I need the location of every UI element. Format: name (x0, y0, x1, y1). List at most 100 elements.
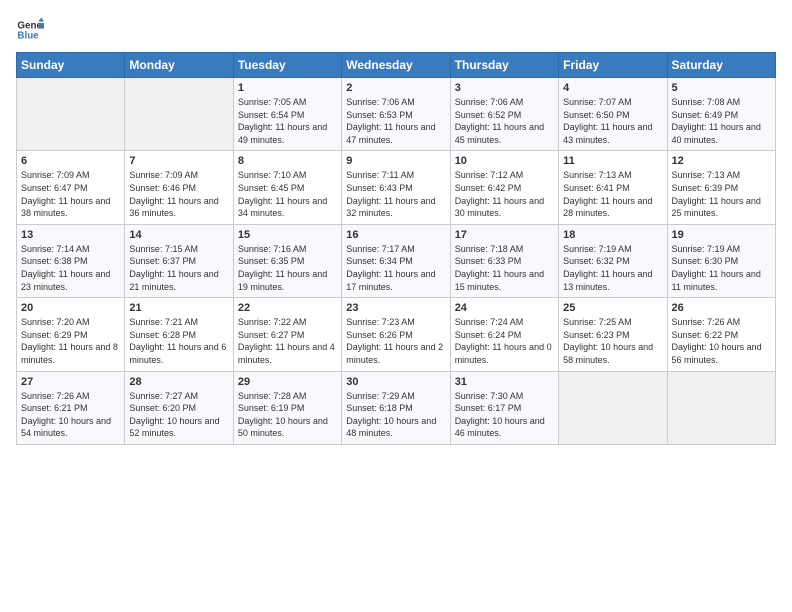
calendar-cell: 3 Sunrise: 7:06 AM Sunset: 6:52 PM Daylig… (450, 78, 558, 151)
day-number: 14 (129, 229, 228, 241)
day-number: 11 (563, 155, 662, 167)
day-info: Sunrise: 7:29 AM Sunset: 6:18 PM Dayligh… (346, 390, 445, 440)
column-header-monday: Monday (125, 53, 233, 78)
column-header-tuesday: Tuesday (233, 53, 341, 78)
week-row-5: 27 Sunrise: 7:26 AM Sunset: 6:21 PM Dayli… (17, 371, 776, 444)
day-info: Sunrise: 7:11 AM Sunset: 6:43 PM Dayligh… (346, 169, 445, 219)
day-number: 1 (238, 82, 337, 94)
calendar-cell: 18 Sunrise: 7:19 AM Sunset: 6:32 PM Dayli… (559, 224, 667, 297)
day-info: Sunrise: 7:06 AM Sunset: 6:52 PM Dayligh… (455, 96, 554, 146)
day-number: 24 (455, 302, 554, 314)
day-info: Sunrise: 7:13 AM Sunset: 6:39 PM Dayligh… (672, 169, 771, 219)
calendar-cell (667, 371, 775, 444)
day-info: Sunrise: 7:21 AM Sunset: 6:28 PM Dayligh… (129, 316, 228, 366)
day-info: Sunrise: 7:18 AM Sunset: 6:33 PM Dayligh… (455, 243, 554, 293)
day-info: Sunrise: 7:26 AM Sunset: 6:22 PM Dayligh… (672, 316, 771, 366)
day-info: Sunrise: 7:10 AM Sunset: 6:45 PM Dayligh… (238, 169, 337, 219)
calendar-table: SundayMondayTuesdayWednesdayThursdayFrid… (16, 52, 776, 445)
day-number: 9 (346, 155, 445, 167)
day-info: Sunrise: 7:30 AM Sunset: 6:17 PM Dayligh… (455, 390, 554, 440)
day-info: Sunrise: 7:19 AM Sunset: 6:32 PM Dayligh… (563, 243, 662, 293)
calendar-cell (125, 78, 233, 151)
day-number: 21 (129, 302, 228, 314)
calendar-cell: 20Sunrise: 7:20 AM Sunset: 6:29 PM Dayli… (17, 298, 125, 371)
day-info: Sunrise: 7:23 AM Sunset: 6:26 PM Dayligh… (346, 316, 445, 366)
calendar-cell: 29 Sunrise: 7:28 AM Sunset: 6:19 PM Dayli… (233, 371, 341, 444)
calendar-cell: 8 Sunrise: 7:10 AM Sunset: 6:45 PM Daylig… (233, 151, 341, 224)
day-number: 19 (672, 229, 771, 241)
calendar-container: General Blue SundayMondayTuesdayWednesda… (0, 0, 792, 453)
calendar-cell: 16 Sunrise: 7:17 AM Sunset: 6:34 PM Dayli… (342, 224, 450, 297)
day-number: 30 (346, 376, 445, 388)
day-number: 3 (455, 82, 554, 94)
day-number: 2 (346, 82, 445, 94)
day-info: Sunrise: 7:12 AM Sunset: 6:42 PM Dayligh… (455, 169, 554, 219)
day-number: 25 (563, 302, 662, 314)
calendar-cell: 17Sunrise: 7:18 AM Sunset: 6:33 PM Dayli… (450, 224, 558, 297)
day-number: 8 (238, 155, 337, 167)
week-row-1: 1 Sunrise: 7:05 AM Sunset: 6:54 PM Daylig… (17, 78, 776, 151)
day-info: Sunrise: 7:25 AM Sunset: 6:23 PM Dayligh… (563, 316, 662, 366)
day-number: 7 (129, 155, 228, 167)
day-number: 22 (238, 302, 337, 314)
day-number: 27 (21, 376, 120, 388)
day-info: Sunrise: 7:27 AM Sunset: 6:20 PM Dayligh… (129, 390, 228, 440)
day-info: Sunrise: 7:14 AM Sunset: 6:38 PM Dayligh… (21, 243, 120, 293)
calendar-cell (559, 371, 667, 444)
day-number: 15 (238, 229, 337, 241)
calendar-cell: 30 Sunrise: 7:29 AM Sunset: 6:18 PM Dayli… (342, 371, 450, 444)
day-number: 6 (21, 155, 120, 167)
day-number: 10 (455, 155, 554, 167)
day-number: 4 (563, 82, 662, 94)
calendar-cell: 14 Sunrise: 7:15 AM Sunset: 6:37 PM Dayli… (125, 224, 233, 297)
day-info: Sunrise: 7:15 AM Sunset: 6:37 PM Dayligh… (129, 243, 228, 293)
calendar-cell: 21 Sunrise: 7:21 AM Sunset: 6:28 PM Dayli… (125, 298, 233, 371)
calendar-cell: 11 Sunrise: 7:13 AM Sunset: 6:41 PM Dayli… (559, 151, 667, 224)
day-info: Sunrise: 7:06 AM Sunset: 6:53 PM Dayligh… (346, 96, 445, 146)
day-number: 18 (563, 229, 662, 241)
column-header-friday: Friday (559, 53, 667, 78)
calendar-cell: 6 Sunrise: 7:09 AM Sunset: 6:47 PM Daylig… (17, 151, 125, 224)
day-info: Sunrise: 7:16 AM Sunset: 6:35 PM Dayligh… (238, 243, 337, 293)
column-header-thursday: Thursday (450, 53, 558, 78)
calendar-cell (17, 78, 125, 151)
day-number: 26 (672, 302, 771, 314)
calendar-cell: 12 Sunrise: 7:13 AM Sunset: 6:39 PM Dayli… (667, 151, 775, 224)
column-header-wednesday: Wednesday (342, 53, 450, 78)
day-info: Sunrise: 7:09 AM Sunset: 6:47 PM Dayligh… (21, 169, 120, 219)
day-info: Sunrise: 7:13 AM Sunset: 6:41 PM Dayligh… (563, 169, 662, 219)
calendar-cell: 5 Sunrise: 7:08 AM Sunset: 6:49 PM Daylig… (667, 78, 775, 151)
day-info: Sunrise: 7:28 AM Sunset: 6:19 PM Dayligh… (238, 390, 337, 440)
day-info: Sunrise: 7:05 AM Sunset: 6:54 PM Dayligh… (238, 96, 337, 146)
calendar-cell: 2 Sunrise: 7:06 AM Sunset: 6:53 PM Daylig… (342, 78, 450, 151)
calendar-cell: 10 Sunrise: 7:12 AM Sunset: 6:42 PM Dayli… (450, 151, 558, 224)
day-number: 13 (21, 229, 120, 241)
calendar-cell: 25 Sunrise: 7:25 AM Sunset: 6:23 PM Dayli… (559, 298, 667, 371)
calendar-cell: 19 Sunrise: 7:19 AM Sunset: 6:30 PM Dayli… (667, 224, 775, 297)
svg-text:Blue: Blue (17, 30, 39, 41)
calendar-header: General Blue (16, 16, 776, 44)
day-info: Sunrise: 7:08 AM Sunset: 6:49 PM Dayligh… (672, 96, 771, 146)
day-info: Sunrise: 7:22 AM Sunset: 6:27 PM Dayligh… (238, 316, 337, 366)
day-info: Sunrise: 7:26 AM Sunset: 6:21 PM Dayligh… (21, 390, 120, 440)
day-info: Sunrise: 7:19 AM Sunset: 6:30 PM Dayligh… (672, 243, 771, 293)
column-header-saturday: Saturday (667, 53, 775, 78)
day-number: 16 (346, 229, 445, 241)
day-number: 12 (672, 155, 771, 167)
day-number: 29 (238, 376, 337, 388)
calendar-cell: 24 Sunrise: 7:24 AM Sunset: 6:24 PM Dayli… (450, 298, 558, 371)
day-info: Sunrise: 7:24 AM Sunset: 6:24 PM Dayligh… (455, 316, 554, 366)
day-info: Sunrise: 7:17 AM Sunset: 6:34 PM Dayligh… (346, 243, 445, 293)
column-header-sunday: Sunday (17, 53, 125, 78)
calendar-cell: 13 Sunrise: 7:14 AM Sunset: 6:38 PM Dayli… (17, 224, 125, 297)
day-number: 28 (129, 376, 228, 388)
logo-icon: General Blue (16, 16, 44, 44)
calendar-cell: 4Sunrise: 7:07 AM Sunset: 6:50 PM Daylig… (559, 78, 667, 151)
day-number: 23 (346, 302, 445, 314)
calendar-cell: 31Sunrise: 7:30 AM Sunset: 6:17 PM Dayli… (450, 371, 558, 444)
calendar-cell: 26 Sunrise: 7:26 AM Sunset: 6:22 PM Dayli… (667, 298, 775, 371)
week-row-2: 6 Sunrise: 7:09 AM Sunset: 6:47 PM Daylig… (17, 151, 776, 224)
week-row-3: 13 Sunrise: 7:14 AM Sunset: 6:38 PM Dayli… (17, 224, 776, 297)
calendar-cell: 15 Sunrise: 7:16 AM Sunset: 6:35 PM Dayli… (233, 224, 341, 297)
day-number: 5 (672, 82, 771, 94)
